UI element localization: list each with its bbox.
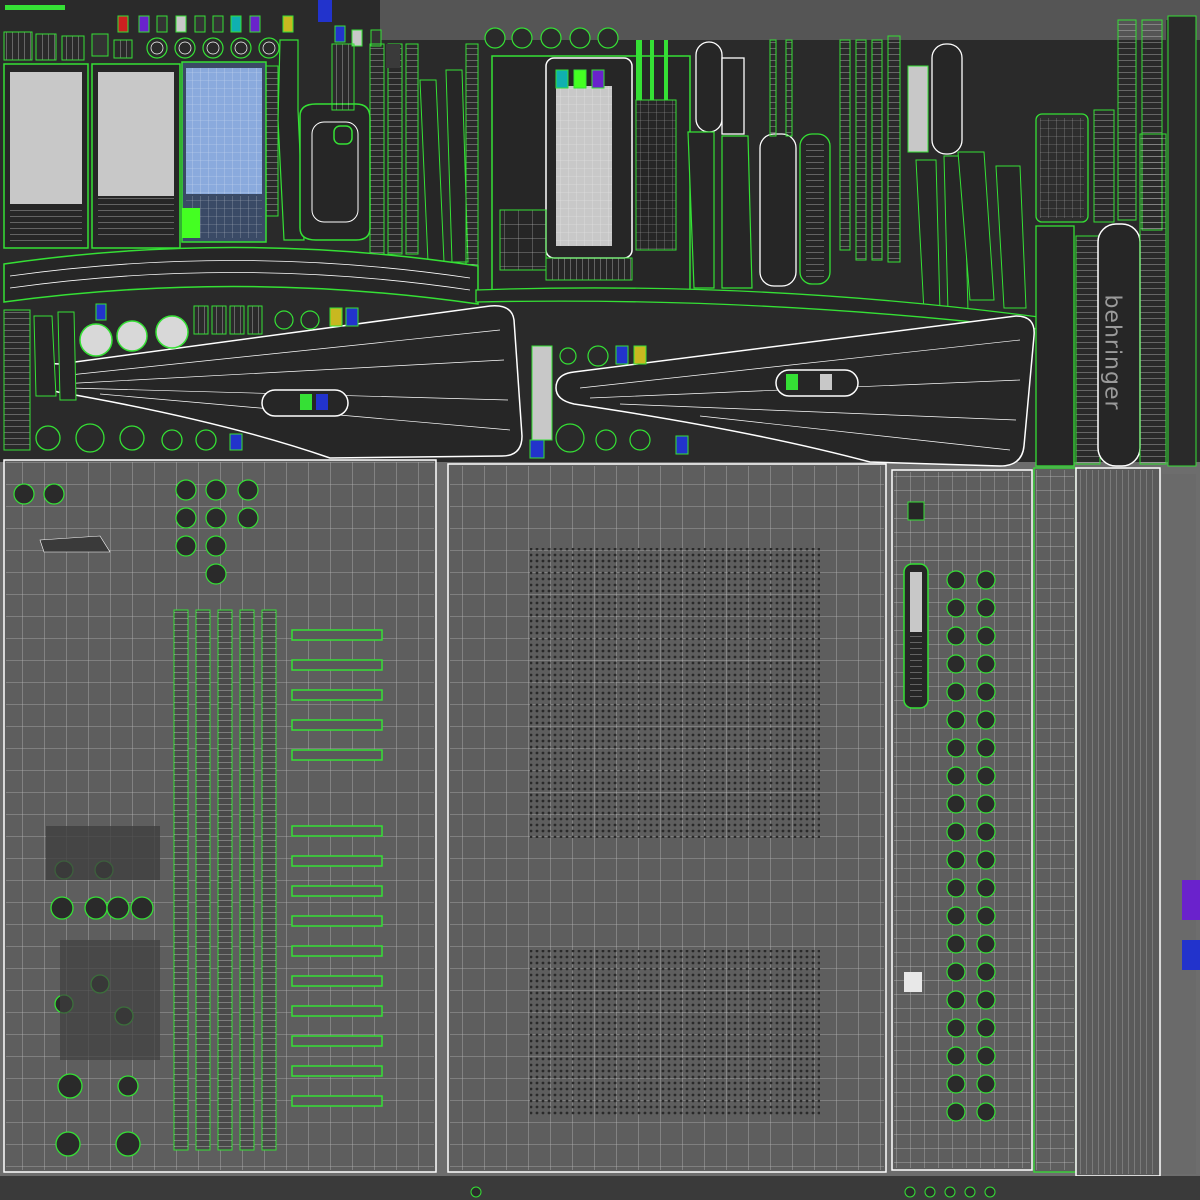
uv-wireframe-canvas	[0, 0, 1200, 1200]
blue-lcd-panel	[181, 61, 279, 243]
channel-knob	[946, 682, 966, 702]
brand-label: behringer	[1099, 294, 1125, 411]
channel-knob	[976, 822, 996, 842]
uv-texture-sheet: behringer	[0, 0, 1200, 1200]
gray-panels-top-left	[3, 63, 181, 249]
channel-knob	[976, 934, 996, 954]
channel-knob	[946, 878, 966, 898]
channel-knob	[946, 654, 966, 674]
right-side-strip	[1033, 467, 1200, 1177]
channel-knob	[976, 570, 996, 590]
channel-knob	[976, 626, 996, 646]
channel-knob	[946, 710, 966, 730]
channel-knob	[976, 710, 996, 730]
channel-knob	[946, 1046, 966, 1066]
channel-knob	[976, 850, 996, 870]
center-top-frame	[491, 55, 691, 291]
channel-knob	[976, 878, 996, 898]
center-grid-panel	[447, 463, 887, 1173]
channel-knob	[976, 906, 996, 926]
channel-knob	[946, 738, 966, 758]
channel-knob	[946, 794, 966, 814]
channel-knob	[946, 822, 966, 842]
channel-knob	[976, 766, 996, 786]
bottom-strip	[0, 1176, 1200, 1200]
channel-knob	[946, 766, 966, 786]
channel-knob	[946, 1074, 966, 1094]
channel-knob	[946, 598, 966, 618]
channel-knob	[976, 682, 996, 702]
channel-knob	[976, 1046, 996, 1066]
channel-knob	[976, 990, 996, 1010]
channel-knob	[976, 738, 996, 758]
channel-knob	[946, 906, 966, 926]
channel-knob	[976, 794, 996, 814]
channel-knob	[976, 654, 996, 674]
channel-knob	[946, 570, 966, 590]
channel-knob	[946, 1102, 966, 1122]
channel-knob	[976, 1018, 996, 1038]
channel-knob	[946, 1018, 966, 1038]
channel-knob	[976, 1074, 996, 1094]
channel-knob	[946, 962, 966, 982]
channel-knob	[976, 1102, 996, 1122]
channel-knob	[946, 990, 966, 1010]
channel-knob	[946, 626, 966, 646]
channel-knob	[976, 598, 996, 618]
channel-knob	[976, 962, 996, 982]
channel-knob	[946, 850, 966, 870]
left-mixer-panel	[3, 459, 437, 1173]
channel-knob	[946, 934, 966, 954]
